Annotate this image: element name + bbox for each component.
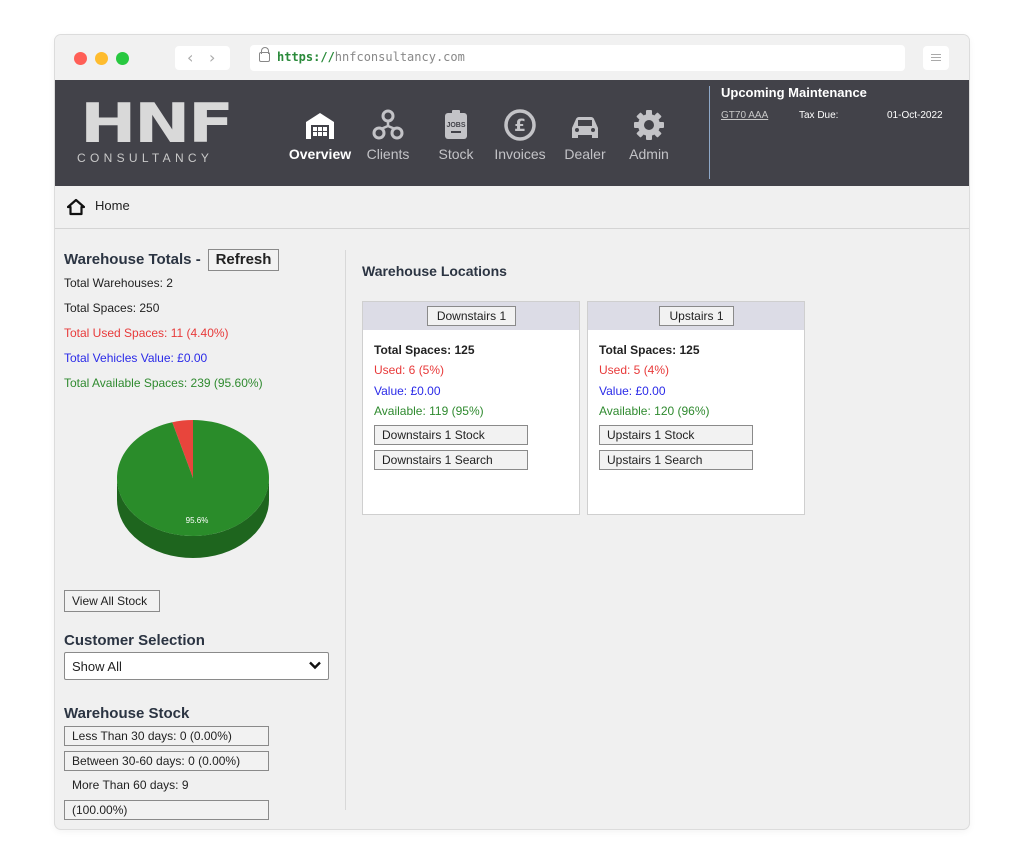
maximize-window-button[interactable] [116, 52, 129, 65]
location-card-downstairs: Downstairs 1 Total Spaces: 125 Used: 6 (… [362, 301, 580, 515]
warehouse-icon [306, 113, 334, 139]
back-icon[interactable]: ‹ [187, 48, 193, 67]
history-nav: ‹ › [175, 46, 230, 70]
nav-item-dealer[interactable]: Dealer [558, 80, 612, 186]
breadcrumb: Home [55, 186, 969, 229]
location-available: Available: 120 (96%) [599, 404, 710, 418]
warehouse-totals-title: Warehouse Totals - [64, 251, 201, 268]
nav-item-stock[interactable]: JOBS Stock [426, 80, 486, 186]
total-spaces: Total Spaces: 250 [64, 301, 160, 315]
people-network-icon [372, 109, 404, 140]
browser-window: ‹ › https://hnfconsultancy.com HNF CONSU… [55, 35, 969, 829]
total-used-spaces: Total Used Spaces: 11 (4.40%) [64, 326, 229, 340]
warehouse-stock-title: Warehouse Stock [64, 705, 190, 722]
nav-label-dealer: Dealer [564, 146, 606, 162]
stock-more-than-60-button[interactable]: (100.00%) [64, 800, 269, 820]
nav-label-admin: Admin [629, 146, 669, 162]
home-icon[interactable] [67, 198, 85, 216]
total-warehouses: Total Warehouses: 2 [64, 276, 173, 290]
location-total-spaces: Total Spaces: 125 [599, 343, 700, 357]
forward-icon[interactable]: › [209, 48, 215, 67]
minimize-window-button[interactable] [95, 52, 108, 65]
header-divider [709, 86, 710, 179]
svg-text:JOBS: JOBS [446, 122, 465, 129]
maintenance-registration-link[interactable]: GT70 AAA [721, 110, 768, 121]
gear-icon [634, 110, 664, 140]
nav-label-clients: Clients [366, 146, 410, 162]
car-icon [572, 117, 598, 138]
nav-label-overview: Overview [288, 146, 352, 162]
pie-data-label: 95.6% [186, 516, 209, 525]
customer-selection-title: Customer Selection [64, 632, 205, 649]
nav-item-invoices[interactable]: £ Invoices [490, 80, 550, 186]
nav-label-invoices: Invoices [494, 146, 546, 162]
close-window-button[interactable] [74, 52, 87, 65]
column-divider [345, 250, 346, 810]
location-used: Used: 5 (4%) [599, 363, 670, 377]
breadcrumb-home[interactable]: Home [95, 198, 130, 213]
location-card-header: Downstairs 1 [363, 302, 579, 330]
location-available: Available: 119 (95%) [374, 404, 484, 418]
space-usage-pie-chart: 95.6% [117, 420, 269, 558]
stock-more-than-60-label: More Than 60 days: 9 [72, 778, 189, 792]
chevron-down-icon [309, 661, 321, 670]
location-card-header: Upstairs 1 [588, 302, 804, 330]
location-value: Value: £0.00 [374, 384, 441, 398]
jobs-clipboard-icon: JOBS [445, 110, 467, 139]
totals-panel: Warehouse Totals - Refresh Total Warehou… [55, 230, 345, 829]
stock-30-60-button[interactable]: Between 30-60 days: 0 (0.00%) [64, 751, 269, 771]
logo-subtext: CONSULTANCY [77, 151, 214, 165]
nav-label-stock: Stock [438, 146, 474, 162]
refresh-button[interactable]: Refresh [208, 249, 279, 271]
nav-item-overview[interactable]: Overview [285, 80, 355, 186]
location-used: Used: 6 (5%) [374, 363, 445, 377]
warehouse-locations-title: Warehouse Locations [362, 263, 507, 279]
browser-menu-button[interactable] [923, 46, 949, 70]
nav-item-clients[interactable]: Clients [360, 80, 416, 186]
customer-select-value: Show All [72, 659, 122, 674]
app-header: HNF CONSULTANCY Overview Clients JOBS St… [55, 80, 969, 186]
logo[interactable]: HNF [80, 97, 234, 151]
location-stock-button[interactable]: Upstairs 1 Stock [599, 425, 753, 445]
stock-less-than-30-button[interactable]: Less Than 30 days: 0 (0.00%) [64, 726, 269, 746]
location-search-button[interactable]: Downstairs 1 Search [374, 450, 528, 470]
location-name-button[interactable]: Downstairs 1 [427, 306, 516, 326]
location-stock-button[interactable]: Downstairs 1 Stock [374, 425, 528, 445]
maintenance-due-date: 01-Oct-2022 [887, 110, 943, 121]
url-text: https://hnfconsultancy.com [277, 50, 465, 64]
total-available-spaces: Total Available Spaces: 239 (95.60%) [64, 376, 263, 390]
nav-item-admin[interactable]: Admin [621, 80, 677, 186]
maintenance-title: Upcoming Maintenance [721, 85, 867, 100]
view-all-stock-button[interactable]: View All Stock [64, 590, 160, 612]
location-value: Value: £0.00 [599, 384, 666, 398]
browser-toolbar: ‹ › https://hnfconsultancy.com [55, 35, 969, 80]
svg-text:£: £ [514, 116, 526, 136]
location-total-spaces: Total Spaces: 125 [374, 343, 475, 357]
total-vehicles-value: Total Vehicles Value: £0.00 [64, 351, 208, 365]
location-card-upstairs: Upstairs 1 Total Spaces: 125 Used: 5 (4%… [587, 301, 805, 515]
location-search-button[interactable]: Upstairs 1 Search [599, 450, 753, 470]
customer-select[interactable]: Show All [64, 652, 329, 680]
address-bar[interactable]: https://hnfconsultancy.com [250, 45, 905, 71]
lock-icon [259, 47, 270, 62]
maintenance-tax-label: Tax Due: [799, 110, 839, 121]
pound-coin-icon: £ [504, 109, 536, 141]
location-name-button[interactable]: Upstairs 1 [659, 306, 734, 326]
